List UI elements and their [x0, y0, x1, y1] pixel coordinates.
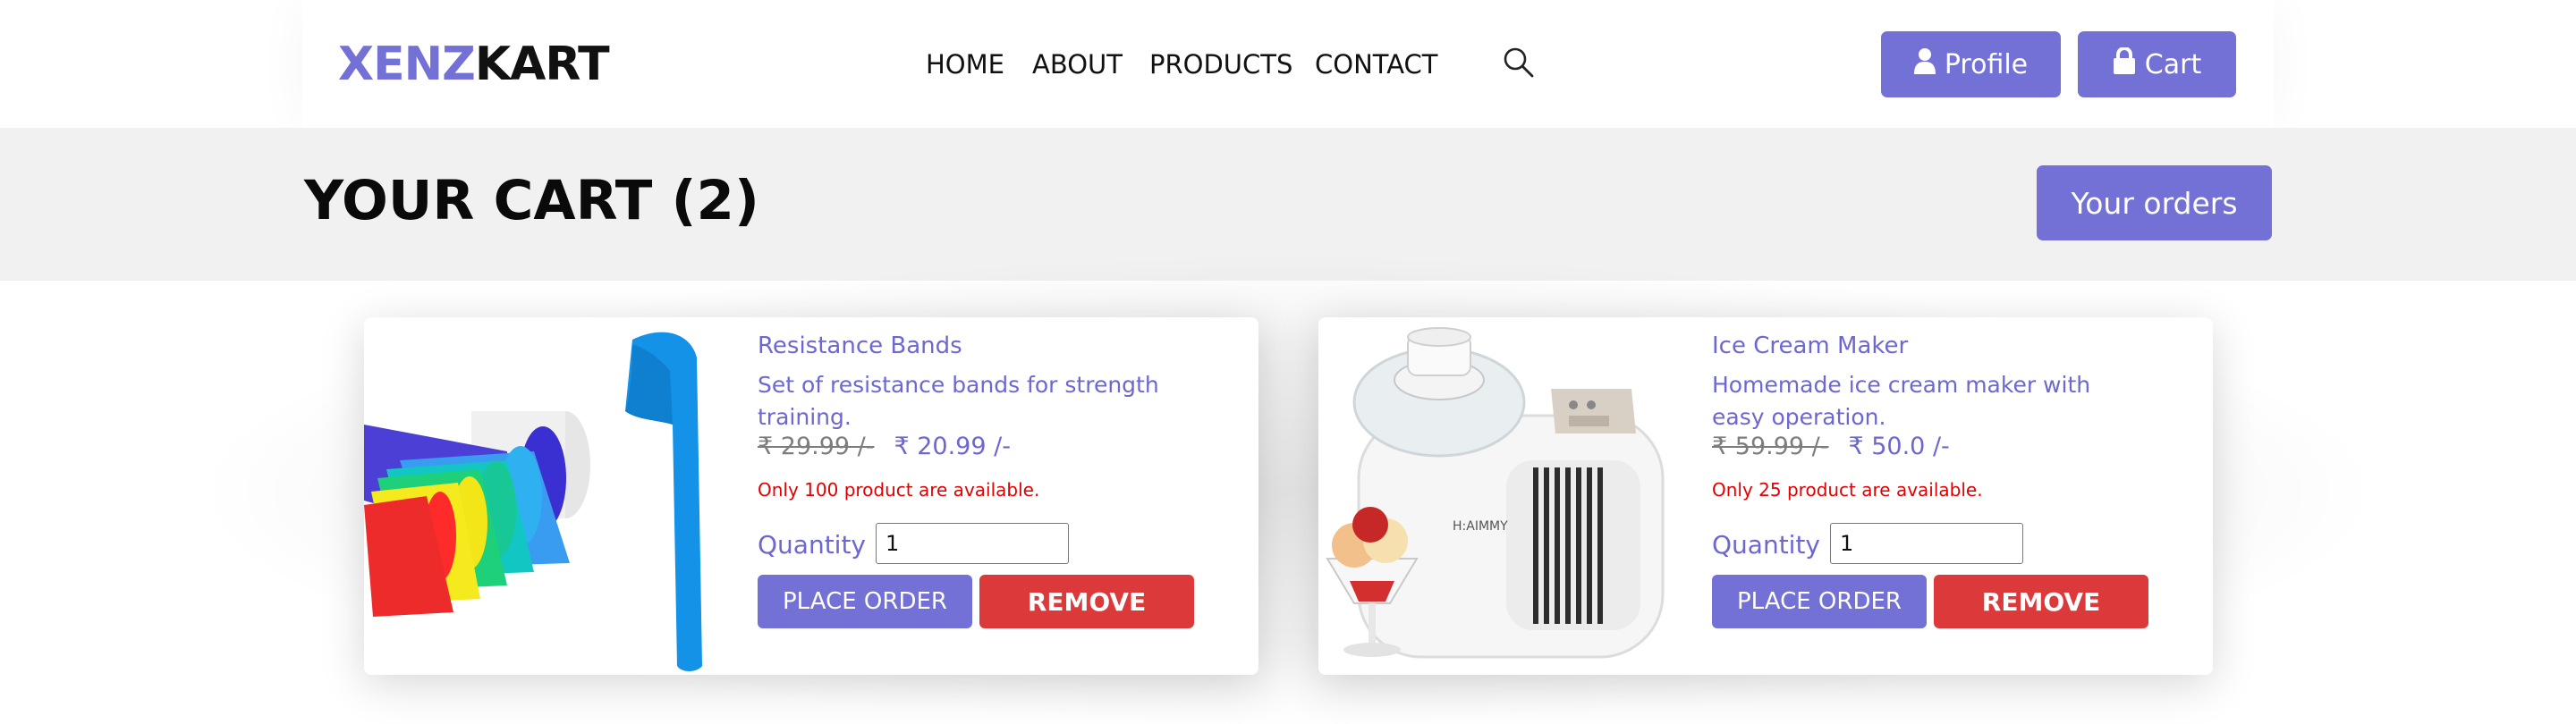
cart-item-details: Resistance Bands Set of resistance bands…	[758, 317, 1241, 675]
quantity-input[interactable]	[1830, 523, 2023, 564]
place-order-button[interactable]: PLACE ORDER	[758, 575, 972, 628]
brand-logo-part1: XENZ	[338, 38, 476, 91]
original-price: ₹ 29.99 /-	[758, 433, 875, 460]
svg-text:H:AIMMY: H:AIMMY	[1453, 519, 1508, 534]
stock-availability: Only 25 product are available.	[1712, 479, 1983, 501]
search-icon[interactable]	[1503, 46, 1535, 79]
nav-link-contact[interactable]: CONTACT	[1315, 45, 1438, 84]
nav-link-home[interactable]: HOME	[926, 45, 1004, 84]
product-name[interactable]: Ice Cream Maker	[1712, 328, 1908, 364]
cart-button-label: Cart	[2144, 48, 2202, 80]
stock-availability: Only 100 product are available.	[758, 479, 1040, 501]
quantity-label: Quantity :	[758, 530, 883, 560]
place-order-button[interactable]: PLACE ORDER	[1712, 575, 1927, 628]
nav-link-products[interactable]: PRODUCTS	[1149, 45, 1292, 84]
quantity-input[interactable]	[876, 523, 1069, 564]
cart-button[interactable]: Cart	[2078, 31, 2236, 97]
cart-item-details: Ice Cream Maker Homemade ice cream maker…	[1712, 317, 2195, 675]
discounted-price: ₹ 50.0 /-	[1848, 433, 1950, 460]
lock-icon	[2113, 46, 2145, 81]
your-orders-button[interactable]: Your orders	[2037, 165, 2272, 240]
brand-logo[interactable]: XENZKART	[338, 32, 610, 97]
product-description: Homemade ice cream maker with easy opera…	[1712, 372, 2091, 430]
product-description: Set of resistance bands for strength tra…	[758, 372, 1159, 430]
cart-item-card: Resistance Bands Set of resistance bands…	[364, 317, 1258, 675]
product-image-ice-cream-maker: H:AIMMY	[1318, 317, 1676, 675]
profile-button[interactable]: Profile	[1881, 31, 2061, 97]
price-row: ₹ 59.99 /- ₹ 50.0 /-	[1712, 429, 1950, 465]
product-image-resistance-bands	[364, 317, 722, 675]
original-price: ₹ 59.99 /-	[1712, 433, 1829, 460]
brand-logo-part2: KART	[474, 38, 610, 91]
cart-item-card: H:AIMMY Ice Cream Maker Homemade ice cre…	[1318, 317, 2213, 675]
remove-button[interactable]: REMOVE	[1934, 575, 2148, 628]
nav-link-about[interactable]: ABOUT	[1032, 45, 1123, 84]
price-row: ₹ 29.99 /- ₹ 20.99 /-	[758, 429, 1011, 465]
quantity-label: Quantity :	[1712, 530, 1837, 560]
discounted-price: ₹ 20.99 /-	[894, 433, 1011, 460]
user-icon	[1913, 47, 1945, 81]
page-title: YOUR CART (2)	[304, 169, 759, 232]
profile-button-label: Profile	[1944, 48, 2029, 80]
product-name[interactable]: Resistance Bands	[758, 328, 962, 364]
remove-button[interactable]: REMOVE	[979, 575, 1194, 628]
